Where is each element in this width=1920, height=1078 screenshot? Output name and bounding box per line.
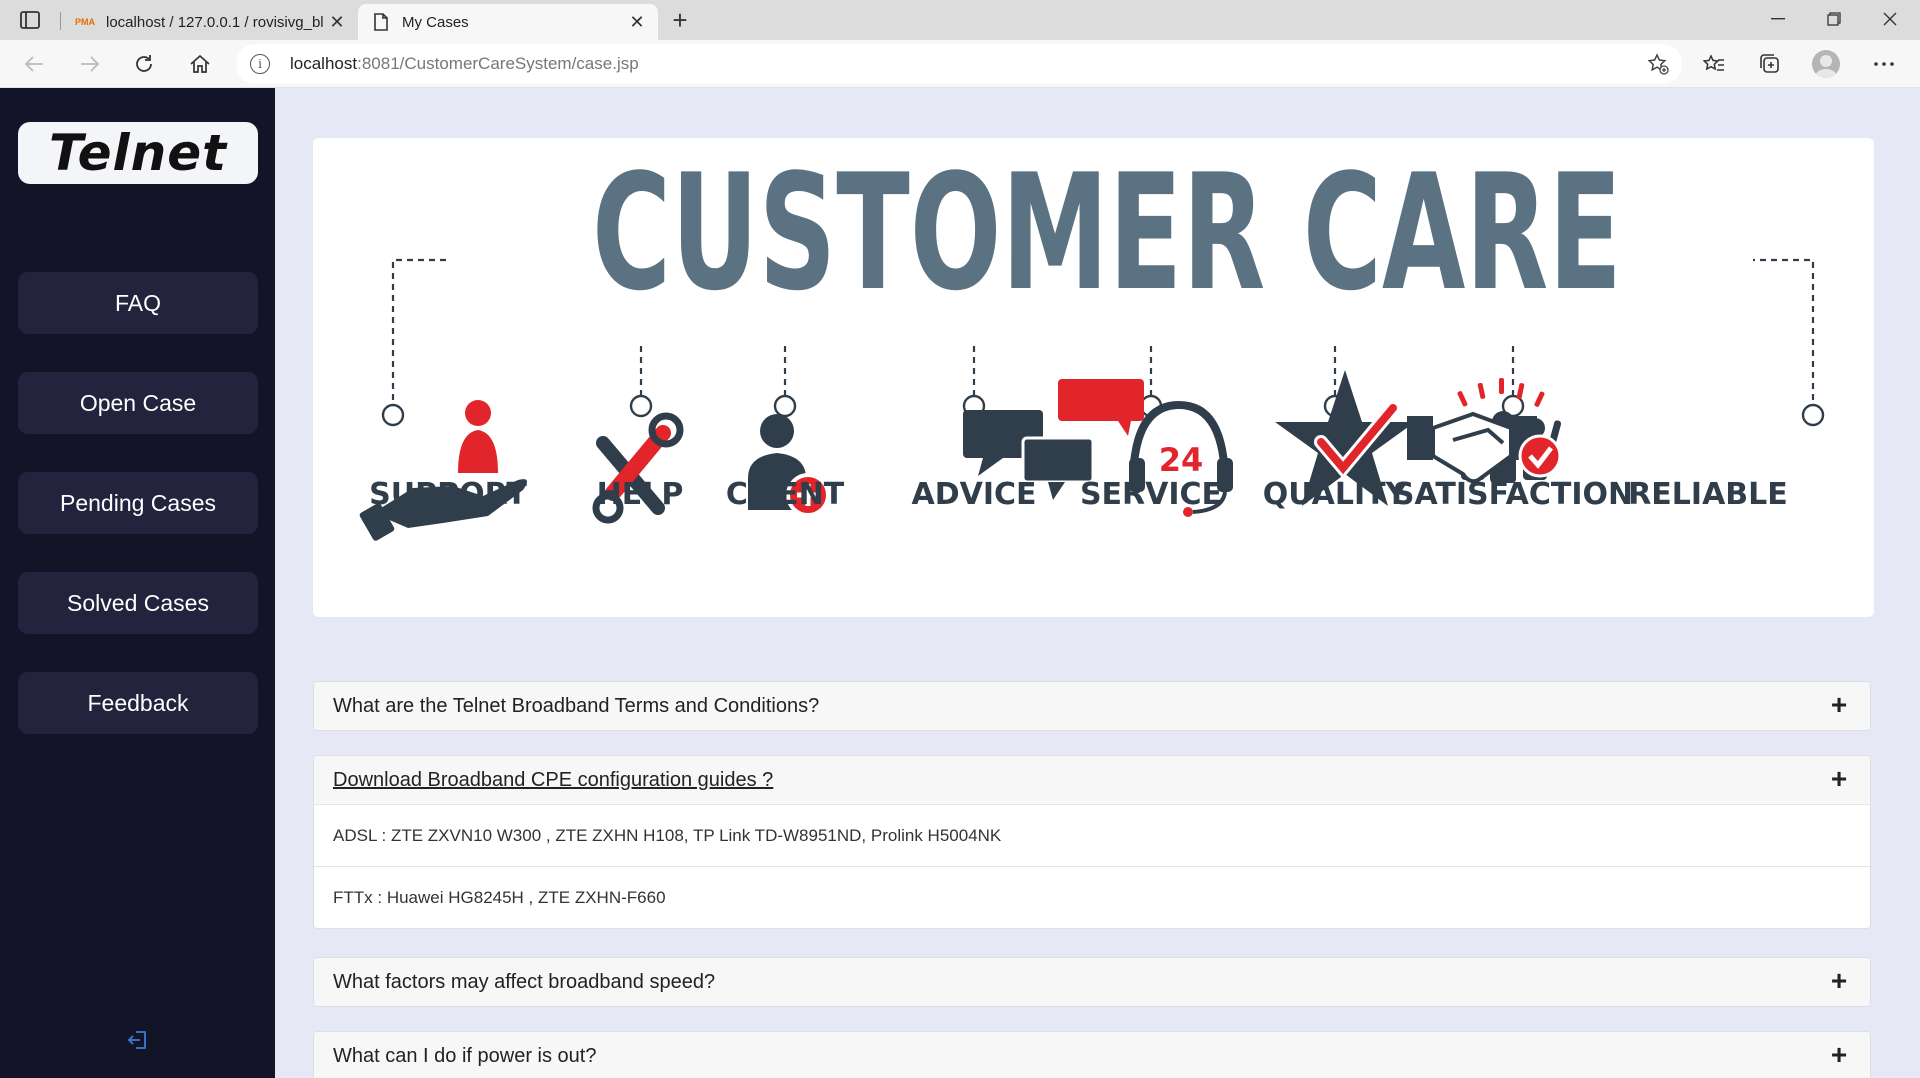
page-favicon-icon [370, 13, 392, 31]
url-text[interactable]: localhost:8081/CustomerCareSystem/case.j… [290, 54, 639, 74]
home-button[interactable] [182, 46, 218, 82]
tab-close-icon[interactable]: ✕ [324, 9, 350, 35]
expand-plus-icon[interactable]: + [1826, 691, 1852, 719]
banner-label-help: HELP [597, 477, 684, 512]
sidebar-item-open-case[interactable]: Open Case [18, 372, 258, 434]
sidebar-item-faq[interactable]: FAQ [18, 272, 258, 334]
faq-question-text: What are the Telnet Broadband Terms and … [333, 694, 820, 717]
refresh-button[interactable] [126, 46, 162, 82]
sidebar: Telnet FAQ Open Case Pending Cases Solve… [0, 88, 275, 1078]
expand-plus-icon[interactable]: + [1826, 967, 1852, 995]
url-host: localhost [290, 54, 358, 73]
service-hours-label: 24 [1159, 441, 1204, 479]
favorites-button[interactable] [1696, 46, 1732, 82]
banner-label-support: SUPPORT [369, 477, 527, 512]
forward-button[interactable] [72, 46, 108, 82]
tab-separator [60, 12, 61, 30]
faq-item: What are the Telnet Broadband Terms and … [313, 681, 1871, 731]
faq-question-button[interactable]: What factors may affect broadband speed?… [314, 958, 1870, 1006]
expand-plus-icon[interactable]: + [1826, 1041, 1852, 1069]
faq-question-text: Download Broadband CPE configuration gui… [333, 768, 774, 791]
faq-question-text: What can I do if power is out? [333, 1044, 597, 1067]
banner-label-quality: QUALITY [1263, 477, 1409, 512]
profile-avatar[interactable] [1812, 50, 1840, 78]
logout-button[interactable] [124, 1026, 152, 1054]
brand-logo[interactable]: Telnet [18, 122, 258, 184]
close-icon [1883, 12, 1897, 26]
forward-arrow-icon [81, 56, 100, 72]
minimize-icon [1771, 18, 1785, 20]
sidebar-item-solved-cases[interactable]: Solved Cases [18, 572, 258, 634]
tab-title: My Cases [402, 13, 469, 31]
sidebar-item-feedback[interactable]: Feedback [18, 672, 258, 734]
banner-label-satisfaction: SATISFACTION [1393, 477, 1633, 512]
star-add-icon [1647, 53, 1669, 75]
home-icon [190, 54, 210, 73]
faq-answer-row: ADSL : ZTE ZXVN10 W300 , ZTE ZXHN H108, … [314, 804, 1870, 866]
add-favorite-button[interactable] [1646, 52, 1670, 76]
collections-icon [1760, 54, 1779, 73]
tab-close-icon[interactable]: ✕ [624, 9, 650, 35]
faq-item: What factors may affect broadband speed?… [313, 957, 1871, 1007]
banner-label-reliable: RELIABLE [1628, 477, 1788, 512]
customer-care-banner: CUSTOMER CARE 24 SUPPORT HELP CLIENT ADV… [313, 138, 1874, 617]
favorites-icon [1703, 54, 1724, 71]
tab-title: localhost / 127.0.0.1 / rovisivg_bl [106, 13, 324, 31]
url-path: :8081/CustomerCareSystem/case.jsp [357, 54, 639, 73]
refresh-icon [136, 55, 152, 72]
browser-tab-bar: PMA localhost / 127.0.0.1 / rovisivg_bl … [0, 0, 1920, 40]
faq-question-button[interactable]: What are the Telnet Broadband Terms and … [314, 682, 1870, 730]
more-dots-icon [1874, 62, 1894, 66]
logout-icon [127, 1031, 146, 1049]
sidebar-item-pending-cases[interactable]: Pending Cases [18, 472, 258, 534]
collections-button[interactable] [1752, 46, 1788, 82]
faq-question-button[interactable]: Download Broadband CPE configuration gui… [314, 756, 1870, 804]
phpmyadmin-favicon-icon: PMA [75, 17, 95, 27]
main-content: CUSTOMER CARE 24 SUPPORT HELP CLIENT ADV… [275, 88, 1920, 1078]
expand-plus-icon[interactable]: + [1826, 765, 1852, 793]
banner-label-advice: ADVICE [911, 477, 1036, 512]
tab-actions-icon [20, 11, 40, 29]
banner-label-client: CLIENT [726, 477, 845, 512]
banner-heading: CUSTOMER CARE [592, 139, 1622, 326]
restore-icon [1827, 12, 1841, 26]
faq-item-expanded: Download Broadband CPE configuration gui… [313, 755, 1871, 929]
banner-label-service: SERVICE [1080, 477, 1222, 512]
tab-phpmyadmin[interactable]: PMA localhost / 127.0.0.1 / rovisivg_bl … [62, 4, 358, 40]
address-bar[interactable]: i localhost:8081/CustomerCareSystem/case… [236, 44, 1682, 84]
minimize-button[interactable] [1750, 0, 1806, 38]
faq-item: What can I do if power is out? + [313, 1031, 1871, 1078]
settings-more-button[interactable] [1866, 46, 1902, 82]
faq-question-text: What factors may affect broadband speed? [333, 970, 716, 993]
site-info-icon[interactable]: i [250, 54, 270, 74]
close-window-button[interactable] [1862, 0, 1918, 38]
faq-answer-row: FTTx : Huawei HG8245H , ZTE ZXHN-F660 [314, 866, 1870, 928]
tab-actions-button[interactable] [14, 8, 46, 32]
back-button[interactable] [16, 46, 52, 82]
tab-my-cases[interactable]: My Cases ✕ [358, 4, 658, 40]
faq-question-button[interactable]: What can I do if power is out? + [314, 1032, 1870, 1078]
back-arrow-icon [24, 56, 43, 72]
customer-care-illustration: CUSTOMER CARE 24 SUPPORT HELP CLIENT ADV… [359, 139, 1825, 541]
new-tab-button[interactable]: + [664, 5, 696, 35]
browser-toolbar: i localhost:8081/CustomerCareSystem/case… [0, 40, 1920, 88]
restore-button[interactable] [1806, 0, 1862, 38]
